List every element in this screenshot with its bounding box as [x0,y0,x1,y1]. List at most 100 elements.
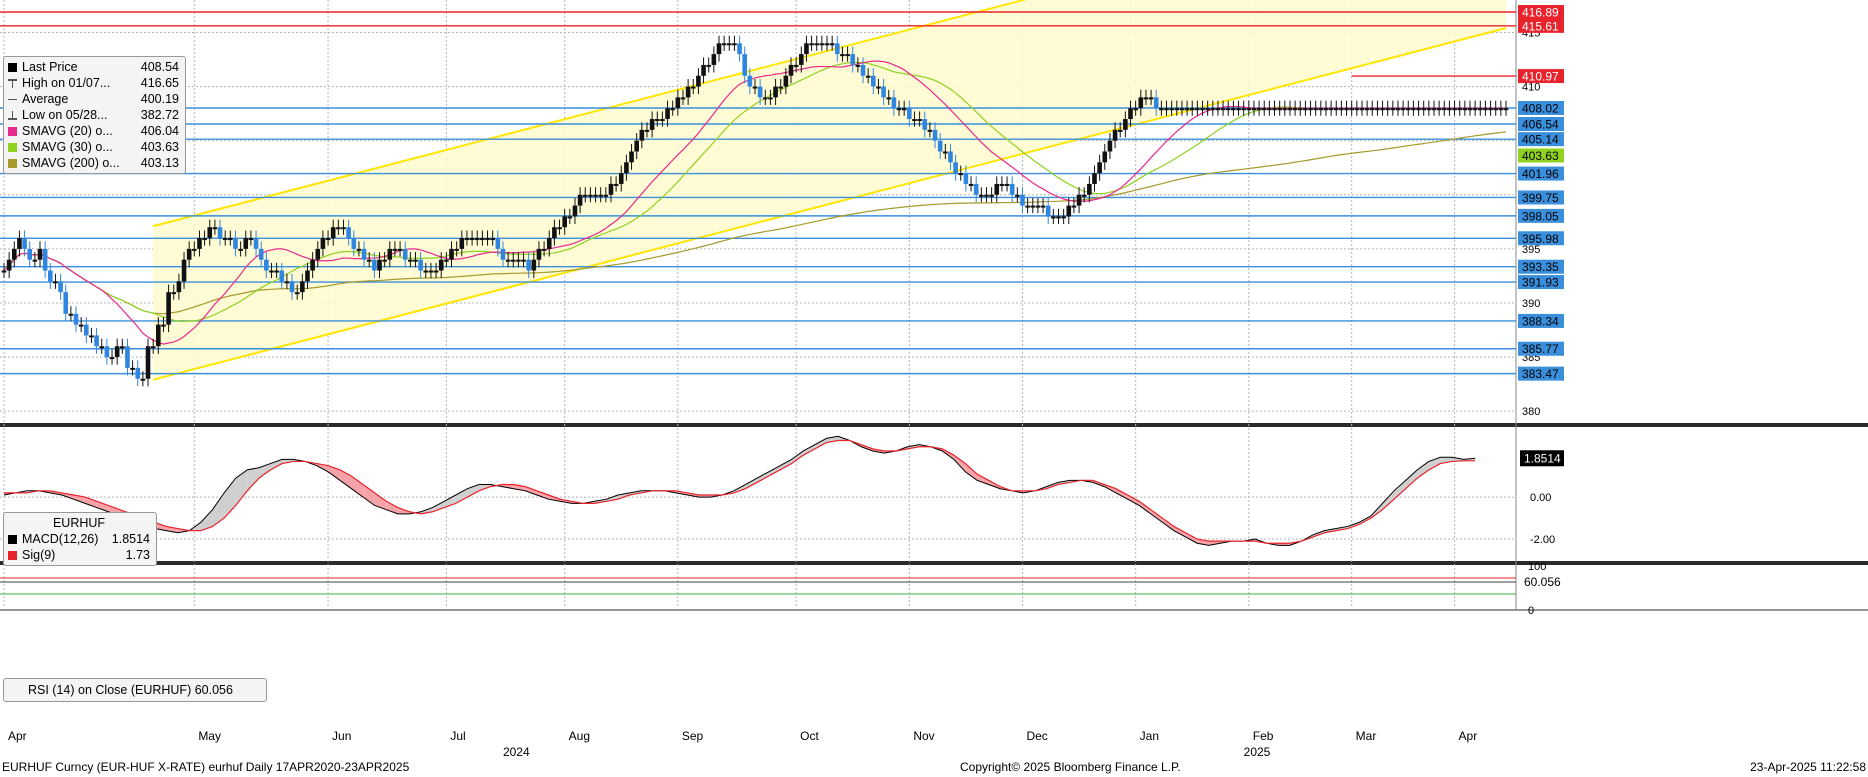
candle-body [762,97,768,100]
legend-label: Low on 05/28... [22,108,108,122]
candle-body [413,259,418,262]
axis-tag-label: 393.35 [1522,260,1559,274]
macd-tick-label: 0.00 [1530,492,1551,504]
candle-body [685,86,691,98]
candle-body [238,248,243,251]
candle-body [1503,108,1509,111]
candle-body [541,248,547,251]
axis-tag-label: 383.47 [1522,367,1559,381]
candle-body [999,183,1005,186]
candle-body [608,183,614,195]
candle-body [860,64,866,76]
candle-body [217,227,223,239]
candle-body [1195,108,1200,111]
candle-body [1164,108,1169,111]
candle-body [330,227,336,239]
candle-body [1009,183,1015,195]
candle-body [1292,108,1298,111]
month-label: Jul [450,729,465,743]
candle-body [1447,108,1452,111]
month-label: Nov [913,729,934,743]
candle-body [320,238,326,249]
candle-body [536,248,542,260]
square-black-icon [8,534,17,544]
legend-label: Average [22,92,69,106]
square-magenta-icon [8,126,17,136]
candle-body [588,194,593,197]
candle-body [1020,194,1025,206]
axis-tag-label: 385.77 [1522,342,1559,356]
candle-body [696,75,701,87]
candle-body [1380,108,1385,111]
panel-separator [0,561,1868,565]
candle-body [1277,108,1282,111]
year-label: 2024 [503,745,530,759]
candle-body [1421,108,1426,111]
candle-body [1225,108,1231,111]
candle-body [1138,97,1144,109]
candle-body [598,194,603,197]
candle-body [603,194,609,197]
candle-body [1282,108,1288,111]
candle-body [845,54,850,57]
candle-body [1087,183,1092,195]
candle-body [22,238,27,249]
candle-body [1061,216,1066,219]
candle-body [788,64,794,76]
legend-label: Last Price [22,60,78,74]
candle-body [737,43,742,55]
month-label: Jun [332,729,351,743]
price-axis-tag: 406.54 [1518,117,1564,132]
price-axis-tag: 405.14 [1518,132,1564,147]
candle-body [490,238,495,241]
candle-body [1045,205,1051,217]
square-green-icon [8,142,17,152]
candle-body [418,259,423,271]
legend-row-sma30: SMAVG (30) o... 403.63 [4,139,185,155]
rsi-tick-label: 0 [1528,605,1534,617]
candle-body [53,281,58,284]
candle-body [618,173,624,184]
macd-fill [455,488,468,504]
candle-body [958,173,964,176]
price-axis-tag: 401.96 [1518,166,1564,181]
candle-body [258,248,264,260]
candle-body [315,248,321,260]
candle-body [1179,108,1185,111]
candle-body [428,270,434,273]
candle-body [1462,108,1468,111]
month-label: Jan [1140,729,1159,743]
month-label: Sep [682,729,704,743]
candle-body [171,292,177,295]
legend-row-sma200: SMAVG (200) o... 403.13 [4,155,185,171]
candle-body [1416,108,1421,111]
candle-body [716,43,722,55]
candle-body [994,183,1000,195]
candle-body [1251,108,1257,111]
price-axis-tag: 416.89 [1518,5,1564,20]
candle-body [1297,108,1303,111]
candle-body [1107,140,1113,152]
price-axis-tag: 395.98 [1518,231,1564,246]
candle-body [1472,108,1478,111]
candle-body [1488,108,1493,111]
candle-body [1148,97,1154,100]
candle-body [773,86,778,98]
legend-label: Sig(9) [22,548,56,562]
candle-body [1205,108,1210,111]
price-axis-tag: 383.47 [1518,366,1564,381]
candle-body [1231,108,1236,111]
candle-body [670,108,675,111]
candle-body [1117,129,1123,132]
candle-body [166,292,171,325]
axis-tag-label: 391.93 [1522,276,1559,290]
candle-body [1267,108,1272,111]
candle-body [1339,108,1344,111]
candle-body [294,292,300,295]
candle-body [6,259,12,271]
candle-body [675,97,681,109]
candle-body [680,97,686,100]
candle-body [639,129,645,141]
axis-tag-label: 398.05 [1522,209,1559,223]
candle-body [459,238,465,249]
